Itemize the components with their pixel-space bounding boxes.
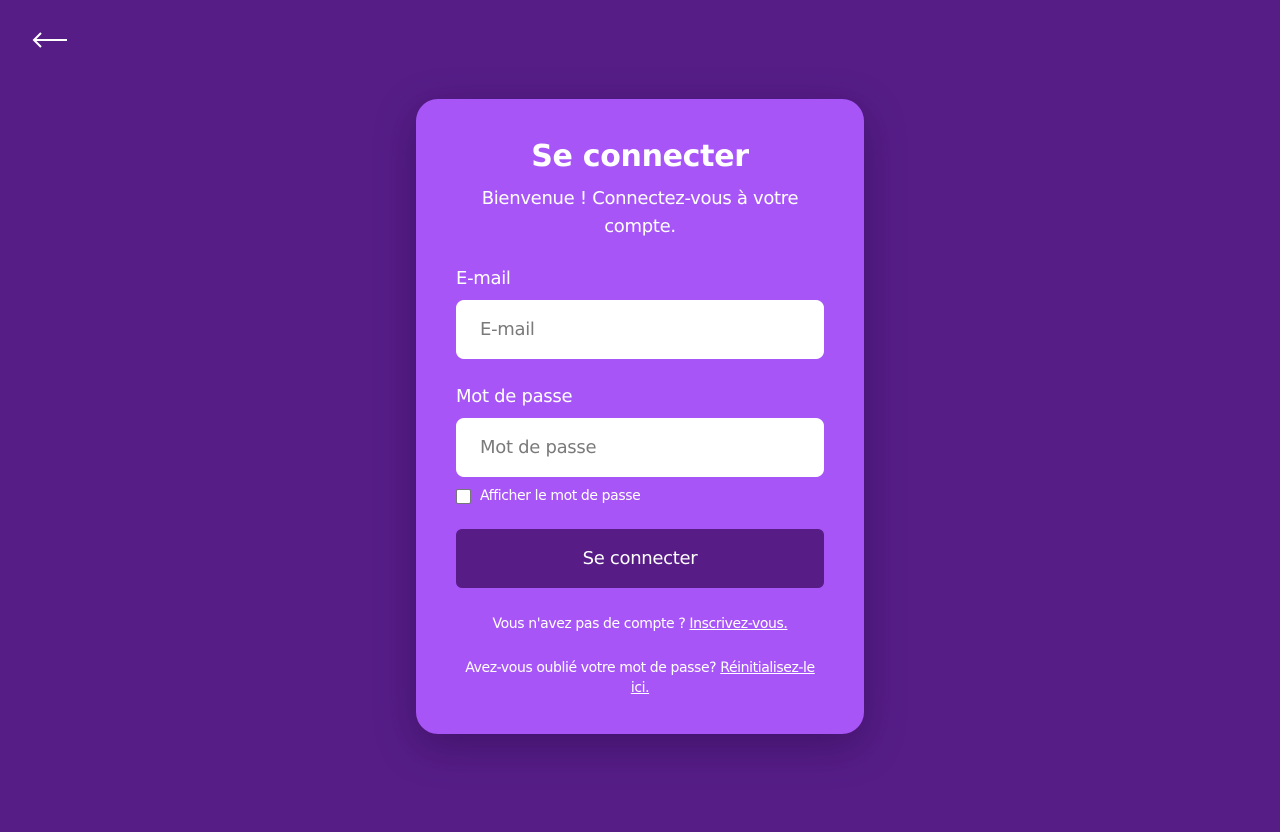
password-label: Mot de passe [456,386,573,407]
email-field[interactable] [456,300,824,359]
page-title: Se connecter [531,139,749,174]
signup-link[interactable]: Inscrivez-vous. [689,616,787,632]
signup-text: Vous n'avez pas de compte ? [492,616,690,632]
login-button[interactable]: Se connecter [456,529,824,588]
show-password-row: Afficher le mot de passe [456,487,824,505]
password-field[interactable] [456,418,824,477]
show-password-label[interactable]: Afficher le mot de passe [480,487,641,505]
login-card: Se connecter Bienvenue ! Connectez-vous … [416,99,864,734]
signup-prompt: Vous n'avez pas de compte ? Inscrivez-vo… [456,614,824,634]
page-subtitle: Bienvenue ! Connectez-vous à votre compt… [481,188,799,237]
show-password-checkbox[interactable] [456,488,471,504]
reset-prompt: Avez-vous oublié votre mot de passe? Réi… [460,658,820,698]
reset-text: Avez-vous oublié votre mot de passe? [465,660,721,676]
back-button[interactable] [30,24,70,56]
arrow-left-icon [31,30,69,50]
email-label: E-mail [456,268,511,289]
